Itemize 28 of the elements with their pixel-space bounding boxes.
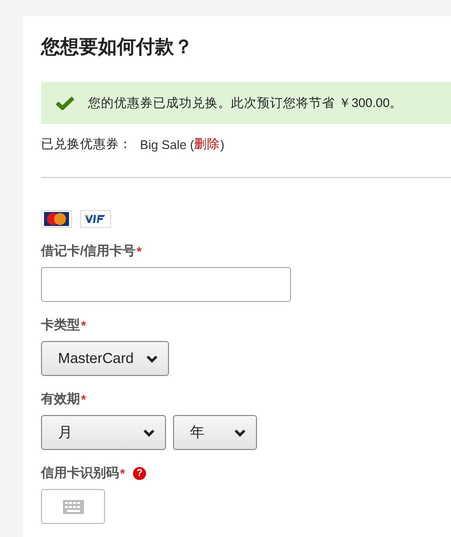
coupon-name: Big Sale [140,138,187,152]
checkmark-icon [56,96,74,110]
card-number-input[interactable] [41,267,291,302]
cvv-input[interactable] [41,489,105,524]
chevron-down-icon [143,428,155,436]
required-mark: * [120,466,126,480]
page-title: 您想要如何付款？ [41,36,194,60]
coupon-label: 已兑换优惠券： [41,136,132,153]
remove-link[interactable]: 删除 [194,136,220,153]
field-label: 卡类型 [41,316,80,334]
month-select[interactable]: 月 [41,415,166,450]
mastercard-logo [41,210,72,228]
help-icon[interactable]: ? [133,466,146,480]
keyboard-icon [62,500,84,514]
chevron-down-icon [234,428,246,436]
year-select[interactable]: 年 [173,415,257,450]
required-mark: * [81,318,86,332]
card-type-select[interactable]: MasterCard [41,341,169,376]
chevron-down-icon [146,354,158,362]
required-mark: * [136,244,142,258]
open-parenthesis: ( [190,138,194,152]
field-label: 有效期 [41,390,80,408]
required-mark: * [81,392,86,406]
visa-logo [80,210,111,228]
field-label: 借记卡/信用卡号 [41,242,136,260]
field-label: 信用卡识别码 [41,464,119,482]
close-parenthesis: ) [220,138,224,152]
success-message: 您的优惠券已成功兑换。此次预订您将节省 ￥300.00。 [88,94,403,112]
